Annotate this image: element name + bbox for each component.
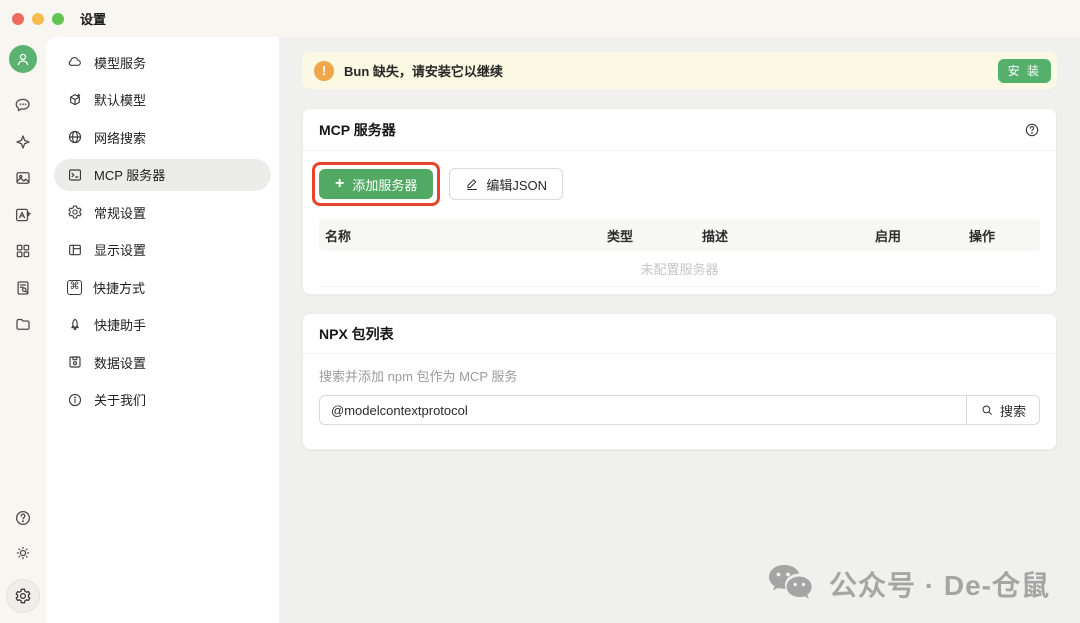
image-icon[interactable] [14,169,32,187]
npx-hint-text: 搜索并添加 npm 包作为 MCP 服务 [319,366,1040,385]
sidebar-item-default-model[interactable]: 默认模型 [54,84,271,116]
edit-json-button[interactable]: 编辑JSON [449,168,563,200]
mcp-card-header: MCP 服务器 [303,109,1056,151]
layout-icon [67,242,83,258]
folder-icon[interactable] [14,315,32,333]
sidebar-item-label: 模型服务 [94,53,146,72]
sidebar-item-web-search[interactable]: 网络搜索 [54,121,271,153]
doc-search-icon[interactable] [14,279,32,297]
sidebar-item-label: 显示设置 [94,240,146,259]
sidebar-item-label: 常规设置 [94,203,146,222]
avatar-user-icon [14,50,32,68]
rail-bottom [0,509,46,613]
sparkle-icon[interactable] [14,133,32,151]
package-icon [67,92,83,108]
npm-search-input[interactable] [319,395,966,425]
edit-json-label: 编辑JSON [486,175,547,194]
sidebar-item-display-settings[interactable]: 显示设置 [54,234,271,266]
sidebar-item-label: 快捷方式 [93,278,145,297]
info-icon [67,392,83,408]
search-button-label: 搜索 [1000,401,1026,420]
mcp-toolbar: + 添加服务器 编辑JSON [319,162,1040,206]
settings-gear-icon [14,587,32,605]
npx-packages-card: NPX 包列表 搜索并添加 npm 包作为 MCP 服务 搜索 [302,313,1057,450]
sidebar-item-label: 默认模型 [94,90,146,109]
annotation-highlight-box: + 添加服务器 [312,162,440,206]
install-bun-button[interactable]: 安 装 [998,59,1051,83]
mcp-card-title: MCP 服务器 [319,120,396,140]
terminal-icon [67,167,83,183]
sidebar-item-label: 快捷助手 [94,315,146,334]
server-table-header: 名称 类型 描述 启用 操作 [319,219,1040,251]
sidebar-item-shortcuts[interactable]: ⌘ 快捷方式 [54,271,271,303]
empty-state-text: 未配置服务器 [319,251,1040,287]
col-enabled: 启用 [869,226,963,245]
titlebar: 设置 [0,0,1080,37]
sidebar-item-label: MCP 服务器 [94,165,165,184]
command-icon: ⌘ [67,280,82,295]
search-icon [980,403,994,417]
mcp-servers-card: MCP 服务器 + 添加服务器 编辑JSON 名称 类型 描述 启用 操作 未配… [302,108,1057,295]
npx-card-title: NPX 包列表 [319,324,394,344]
window-title: 设置 [80,9,106,28]
cloud-icon [67,54,83,70]
save-icon [67,354,83,370]
bun-missing-banner: ! Bun 缺失，请安装它以继续 安 装 [302,52,1057,89]
chat-icon[interactable] [14,96,32,114]
sidebar-item-quick-assistant[interactable]: 快捷助手 [54,309,271,341]
avatar[interactable] [9,45,37,73]
globe-icon [67,129,83,145]
icon-rail [0,37,46,623]
help-icon[interactable] [14,509,32,527]
wechat-icon [765,563,817,605]
sidebar-item-data-settings[interactable]: 数据设置 [54,346,271,378]
window-controls [12,13,64,25]
col-description: 描述 [696,226,869,245]
gear-icon [67,204,83,220]
settings-active-highlight[interactable] [6,579,40,613]
banner-message: Bun 缺失，请安装它以继续 [344,61,503,80]
sidebar-item-label: 关于我们 [94,390,146,409]
pencil-icon [465,177,479,191]
theme-sun-icon[interactable] [14,544,32,562]
add-server-button[interactable]: + 添加服务器 [319,169,433,199]
warning-icon: ! [314,61,334,81]
sidebar-item-about-us[interactable]: 关于我们 [54,384,271,416]
npx-card-header: NPX 包列表 [303,314,1056,354]
col-actions: 操作 [963,226,1040,245]
translate-icon[interactable] [14,206,32,224]
rocket-icon [67,317,83,333]
plus-icon: + [335,176,344,192]
col-type: 类型 [601,226,696,245]
mcp-help-icon[interactable] [1024,122,1040,138]
sidebar-item-general-settings[interactable]: 常规设置 [54,196,271,228]
add-server-label: 添加服务器 [352,175,417,194]
npm-search-group: 搜索 [319,395,1040,425]
close-window-button[interactable] [12,13,24,25]
sidebar-item-label: 网络搜索 [94,128,146,147]
settings-menu: 模型服务 默认模型 网络搜索 MCP 服务器 常规设置 显示设置 ⌘ 快捷方式 … [46,37,279,623]
minimize-window-button[interactable] [32,13,44,25]
watermark-text: 公众号 · De-仓鼠 [829,564,1050,604]
sidebar-item-label: 数据设置 [94,353,146,372]
sidebar-item-mcp-servers[interactable]: MCP 服务器 [54,159,271,191]
grid-icon[interactable] [14,242,32,260]
npm-search-button[interactable]: 搜索 [966,395,1040,425]
watermark: 公众号 · De-仓鼠 [765,563,1050,605]
main-content: ! Bun 缺失，请安装它以继续 安 装 MCP 服务器 + 添加服务器 编辑J… [279,37,1080,623]
sidebar-item-model-service[interactable]: 模型服务 [54,46,271,78]
zoom-window-button[interactable] [52,13,64,25]
col-name: 名称 [319,226,601,245]
